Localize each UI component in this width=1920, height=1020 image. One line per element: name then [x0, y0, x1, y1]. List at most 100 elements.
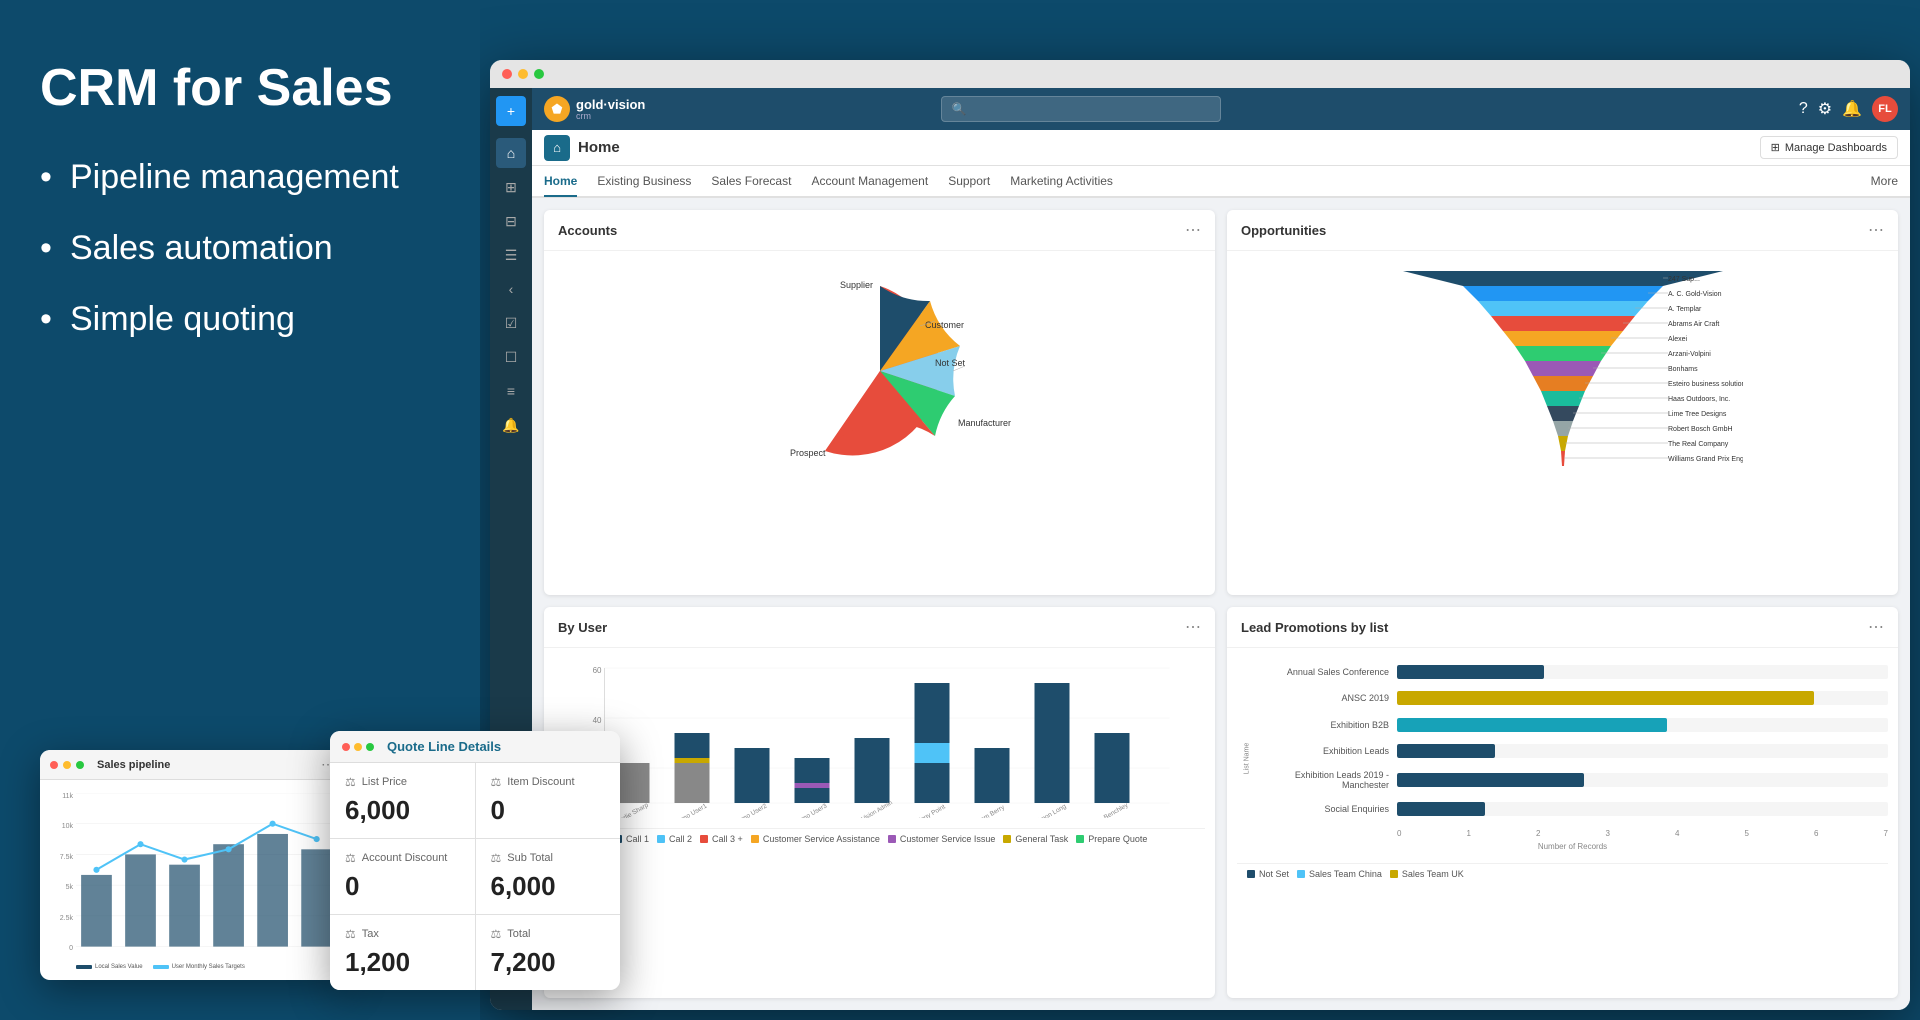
crm-search[interactable] [941, 96, 1221, 122]
quote-label-tax: ⚖ Tax [345, 927, 460, 941]
nav-item-marketing[interactable]: Marketing Activities [1010, 167, 1113, 197]
legend-color-2 [153, 965, 169, 969]
svg-text:Demo User3: Demo User3 [793, 802, 828, 818]
lead-bar-track-3 [1397, 718, 1888, 732]
crm-main: ⬟ gold·vision crm ? ⚙ 🔔 FL ⌂ [532, 88, 1910, 1010]
sidebar-list-button[interactable]: ≡ [496, 376, 526, 406]
nav-item-existing-business[interactable]: Existing Business [597, 167, 691, 197]
crm-nav: Home Existing Business Sales Forecast Ac… [532, 166, 1910, 198]
avatar[interactable]: FL [1872, 96, 1898, 122]
mini-chart-svg [76, 793, 332, 947]
home-icon-button[interactable]: ⌂ [544, 135, 570, 161]
sidebar-home-button[interactable]: ⌂ [496, 138, 526, 168]
accounts-card-menu[interactable]: ⋯ [1185, 220, 1201, 240]
lead-promotions-card-menu[interactable]: ⋯ [1868, 617, 1884, 637]
lead-bar-track-6 [1397, 802, 1888, 816]
by-user-chart-svg: 60 40 20 0 [554, 658, 1205, 818]
svg-text:A. Templar: A. Templar [1668, 306, 1702, 313]
y-label-1: 10k [48, 823, 73, 830]
sidebar-check2-button[interactable]: ☐ [496, 342, 526, 372]
legend-csi: Customer Service Issue [888, 834, 996, 844]
sidebar-add-button[interactable]: + [496, 96, 526, 126]
lead-promotions-card-title: Lead Promotions by list [1241, 620, 1388, 635]
manage-dashboards-icon: ⊞ [1771, 141, 1780, 154]
legend-prepare-quote: Prepare Quote [1076, 834, 1147, 844]
browser-window: + ⌂ ⊞ ⊟ ☰ ‹ ☑ ☐ ≡ 🔔 ⬟ gold·vision crm [490, 60, 1910, 1010]
lead-bar-row-1: Annual Sales Conference [1257, 665, 1888, 679]
sidebar-chevron-button[interactable]: ‹ [496, 274, 526, 304]
svg-text:Robert Bosch GmbH: Robert Bosch GmbH [1668, 426, 1733, 433]
bullet-item-2: Sales automation [40, 228, 440, 269]
notifications-icon[interactable]: 🔔 [1842, 99, 1862, 119]
quote-cell-sub-total: ⚖ Sub Total 6,000 [476, 839, 621, 914]
lead-x-axis-label: Number of Records [1257, 842, 1888, 851]
lead-bar-label-6: Social Enquiries [1257, 804, 1397, 814]
browser-dot-yellow[interactable] [518, 69, 528, 79]
quote-value-sub-total: 6,000 [491, 871, 606, 902]
svg-text:Alexei: Alexei [1668, 336, 1688, 343]
svg-text:Supplier: Supplier [840, 280, 873, 290]
svg-text:Customer: Customer [925, 320, 964, 330]
browser-dot-red[interactable] [502, 69, 512, 79]
svg-text:Sam Berry: Sam Berry [976, 804, 1007, 818]
lead-legend-color-china [1297, 870, 1305, 878]
legend-color-1 [76, 965, 92, 969]
svg-text:Not Set: Not Set [935, 358, 966, 368]
breadcrumb-title: Home [578, 139, 620, 156]
svg-text:60: 60 [593, 666, 602, 675]
accounts-card: Accounts ⋯ [544, 210, 1215, 595]
lead-promotions-y-axis-label: List Name [1237, 658, 1257, 858]
small-dash-body: 11k 10k 7.5k 5k 2.5k 0 [40, 780, 345, 980]
svg-text:Demo User1: Demo User1 [673, 802, 708, 818]
help-icon[interactable]: ? [1799, 100, 1808, 118]
search-input[interactable] [941, 96, 1221, 122]
legend-item-2: User Monthly Sales Targets [153, 964, 245, 970]
by-user-card-menu[interactable]: ⋯ [1185, 617, 1201, 637]
lead-promotions-chart-area: List Name Annual Sales Conference [1237, 658, 1888, 858]
funnel-container: 247 Sup... A. C. Gold-Vision A. Templar … [1237, 261, 1888, 481]
sidebar-modules-button[interactable]: ⊟ [496, 206, 526, 236]
sidebar-grid-button[interactable]: ⊞ [496, 172, 526, 202]
mini-y-labels: 11k 10k 7.5k 5k 2.5k 0 [48, 793, 73, 952]
lead-bar-row-3: Exhibition B2B [1257, 718, 1888, 732]
quote-cell-item-discount: ⚖ Item Discount 0 [476, 763, 621, 838]
quote-dot-red [342, 743, 350, 751]
sidebar-bell-button[interactable]: 🔔 [496, 410, 526, 440]
browser-dot-green[interactable] [534, 69, 544, 79]
lead-legend-color-uk [1390, 870, 1398, 878]
sidebar-menu-button[interactable]: ☰ [496, 240, 526, 270]
by-user-legend: Not Set Call 1 Call 2 [554, 828, 1205, 849]
legend-label-2: User Monthly Sales Targets [172, 964, 245, 970]
crm-logo: ⬟ gold·vision crm [544, 96, 645, 122]
lead-legend-not-set: Not Set [1247, 869, 1289, 879]
lead-bar-track-2 [1397, 691, 1888, 705]
crm-topbar: ⬟ gold·vision crm ? ⚙ 🔔 FL [532, 88, 1910, 130]
lead-x-axis: 0 1 2 3 4 5 6 7 [1397, 829, 1888, 838]
dot-yellow [63, 761, 71, 769]
settings-icon[interactable]: ⚙ [1818, 99, 1832, 119]
sidebar-check-button[interactable]: ☑ [496, 308, 526, 338]
lead-bar-row-4: Exhibition Leads [1257, 744, 1888, 758]
nav-item-sales-forecast[interactable]: Sales Forecast [711, 167, 791, 197]
svg-text:Prospect: Prospect [790, 448, 826, 458]
quote-card: Quote Line Details ⚖ List Price 6,000 ⚖ … [330, 731, 620, 990]
pie-chart-svg: Customer Not Set Supplier Manufacturer P… [740, 266, 1020, 476]
crm-logo-text-block: gold·vision crm [576, 98, 645, 121]
lead-bar-label-2: ANSC 2019 [1257, 693, 1397, 703]
nav-more[interactable]: More [1871, 174, 1898, 188]
scale-icon-1: ⚖ [345, 775, 356, 789]
quote-cell-tax: ⚖ Tax 1,200 [330, 915, 475, 990]
lead-bar-fill-2 [1397, 691, 1814, 705]
lead-bar-track-4 [1397, 744, 1888, 758]
quote-dot-green [366, 743, 374, 751]
y-label-3: 5k [48, 884, 73, 891]
svg-text:Esteiro business solutions ltd: Esteiro business solutions ltd [1668, 381, 1743, 388]
nav-item-support[interactable]: Support [948, 167, 990, 197]
quote-label-total: ⚖ Total [491, 927, 606, 941]
manage-dashboards-button[interactable]: ⊞ Manage Dashboards [1760, 136, 1898, 159]
y-label-2: 7.5k [48, 854, 73, 861]
nav-item-home[interactable]: Home [544, 167, 577, 197]
nav-item-account-management[interactable]: Account Management [811, 167, 928, 197]
crm-app: + ⌂ ⊞ ⊟ ☰ ‹ ☑ ☐ ≡ 🔔 ⬟ gold·vision crm [490, 88, 1910, 1010]
opportunities-card-menu[interactable]: ⋯ [1868, 220, 1884, 240]
